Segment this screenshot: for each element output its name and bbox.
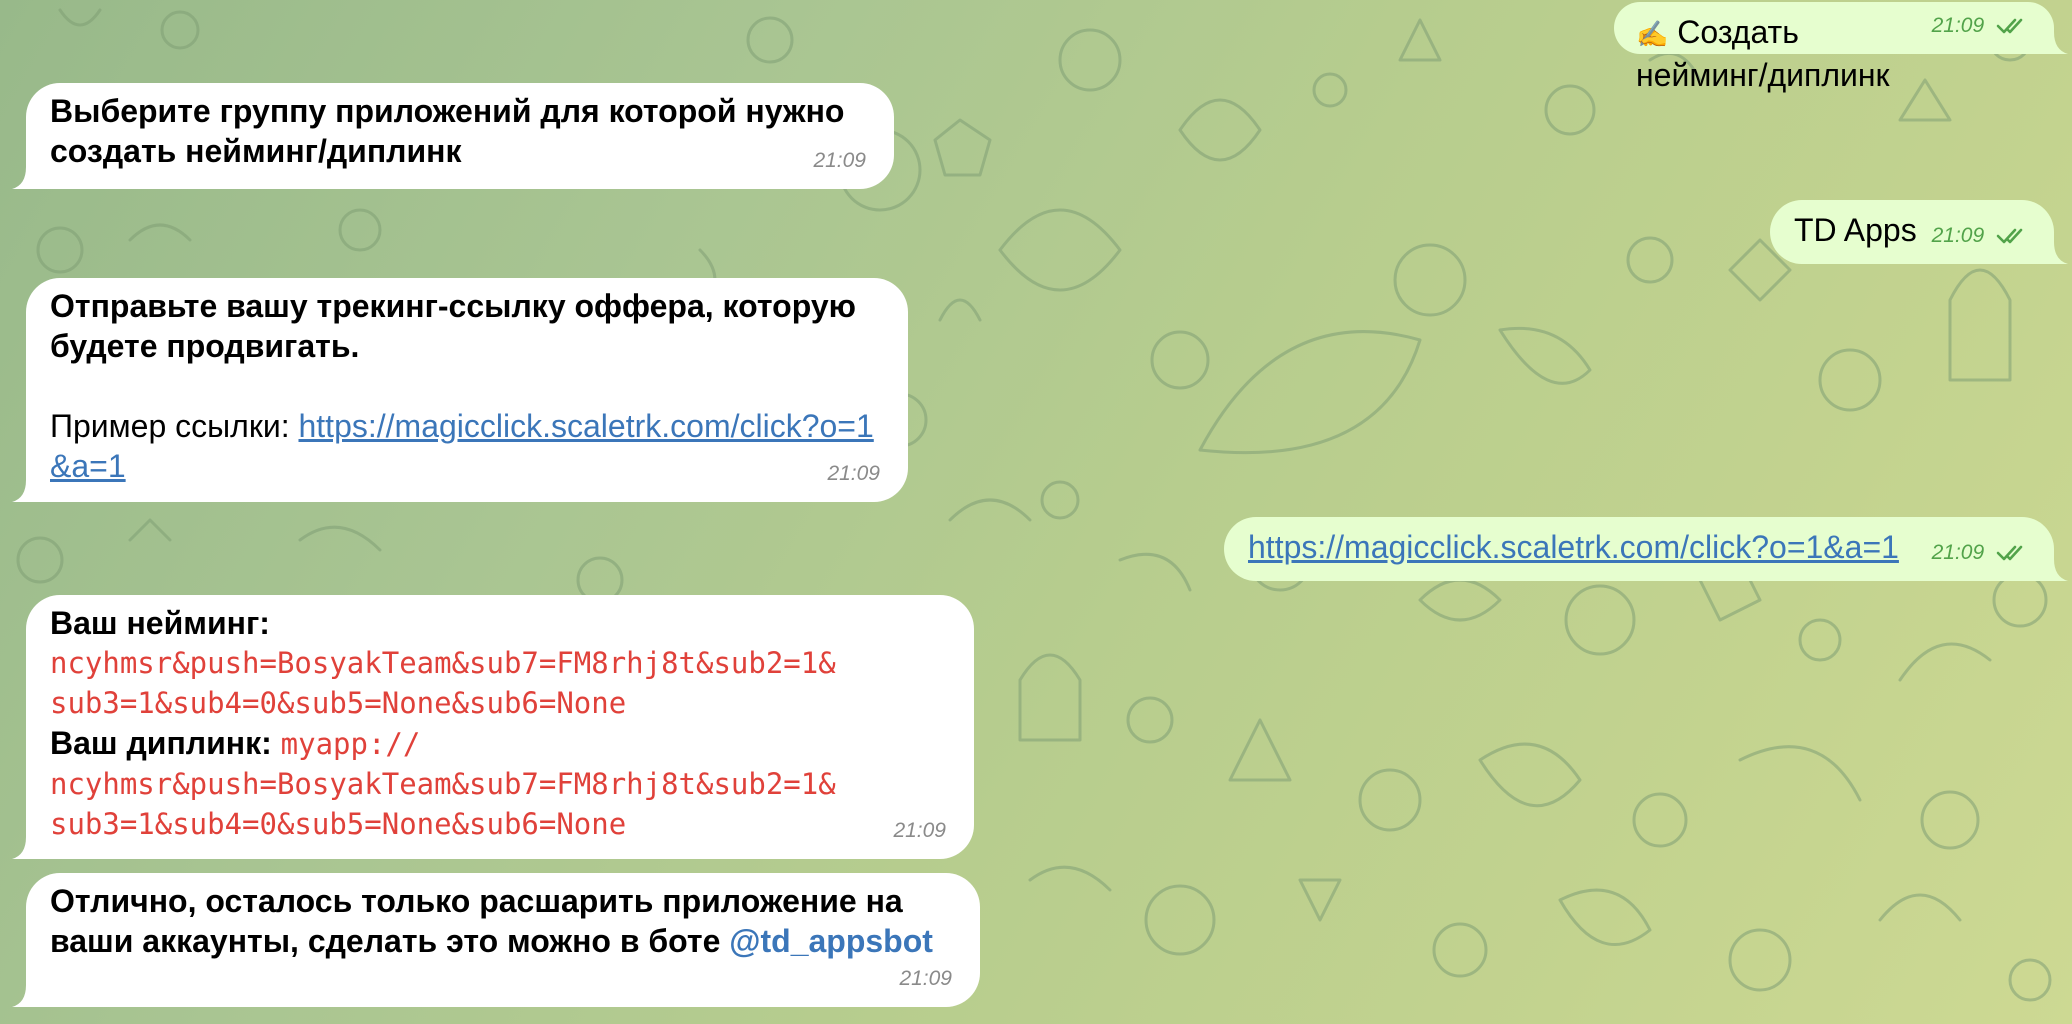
- deeplink-line: Ваш диплинк: myapp://: [50, 723, 950, 764]
- read-checks-icon: [1996, 229, 2023, 244]
- tracking-link[interactable]: https://magicclick.scaletrk.com/click?o=…: [1248, 529, 1899, 565]
- bubble-tail: [12, 167, 40, 189]
- message-incoming-share-app: Отлично, осталось только расшарить прило…: [12, 873, 980, 1007]
- bubble-tail: [2040, 32, 2068, 54]
- bubble-tail: [12, 837, 40, 859]
- message-meta: 21:09: [1932, 14, 2026, 38]
- message-text: TD Apps: [1794, 212, 1917, 248]
- message-incoming-naming-result: Ваш нейминг: ncyhmsr&push=BosyakTeam&sub…: [12, 595, 974, 859]
- message-text-line-1: Отлично, осталось только расшарить прило…: [50, 883, 903, 919]
- message-time: 21:09: [1931, 541, 1985, 564]
- read-checks-icon: [1996, 546, 2023, 561]
- naming-value-line-2[interactable]: sub3=1&sub4=0&sub5=None&sub6=None: [50, 683, 950, 723]
- deeplink-value-line-2[interactable]: sub3=1&sub4=0&sub5=None&sub6=None: [50, 804, 950, 844]
- message-time: 21:09: [813, 149, 866, 172]
- bubble-tail: [2040, 559, 2068, 581]
- message-text-line-2: ваши аккаунты, сделать это можно в боте …: [50, 921, 956, 961]
- bubble-tail: [2040, 242, 2068, 264]
- message-text: Выберите группу приложений для которой н…: [50, 93, 854, 169]
- message-meta: 21:09: [1932, 224, 2026, 248]
- message-meta: 21:09: [899, 967, 952, 991]
- message-incoming-choose-group: Выберите группу приложений для которой н…: [12, 83, 894, 189]
- deeplink-value-start[interactable]: myapp://: [281, 727, 421, 761]
- bubble-tail: [12, 480, 40, 502]
- naming-value-line-1[interactable]: ncyhmsr&push=BosyakTeam&sub7=FM8rhj8t&su…: [50, 643, 950, 683]
- message-meta: 21:09: [893, 819, 946, 843]
- example-line: Пример ссылки: https://magicclick.scalet…: [50, 406, 880, 486]
- message-time: 21:09: [899, 967, 952, 990]
- message-time: 21:09: [1931, 224, 1985, 247]
- message-time: 21:09: [1931, 14, 1985, 37]
- writing-hand-icon: ✍️: [1636, 20, 1669, 50]
- message-outgoing-td-apps[interactable]: TD Apps 21:09: [1770, 200, 2068, 264]
- message-incoming-send-tracking-link: Отправьте вашу трекинг-ссылку оффера, ко…: [12, 278, 908, 502]
- message-outgoing-tracking-link[interactable]: https://magicclick.scaletrk.com/click?o=…: [1224, 517, 2068, 581]
- message-outgoing-create-naming[interactable]: ✍️ Создать нейминг/диплинк 21:09: [1614, 2, 2068, 93]
- message-text: Создать нейминг/диплинк: [1636, 14, 1890, 93]
- naming-label: Ваш нейминг:: [50, 605, 270, 641]
- message-bold-text: Отправьте вашу трекинг-ссылку оффера, ко…: [50, 288, 865, 364]
- read-checks-icon: [1996, 19, 2023, 34]
- message-text-line-2-text: ваши аккаунты, сделать это можно в боте: [50, 923, 730, 959]
- message-meta: 21:09: [813, 149, 866, 173]
- bot-mention-link[interactable]: @td_appsbot: [729, 923, 933, 959]
- message-time: 21:09: [827, 462, 880, 485]
- deeplink-label: Ваш диплинк:: [50, 725, 281, 761]
- message-time: 21:09: [893, 819, 946, 842]
- example-label: Пример ссылки:: [50, 408, 299, 444]
- deeplink-value-line-1[interactable]: ncyhmsr&push=BosyakTeam&sub7=FM8rhj8t&su…: [50, 764, 950, 804]
- bubble-tail: [12, 985, 40, 1007]
- message-meta: 21:09: [1932, 541, 2026, 565]
- message-meta: 21:09: [827, 462, 880, 486]
